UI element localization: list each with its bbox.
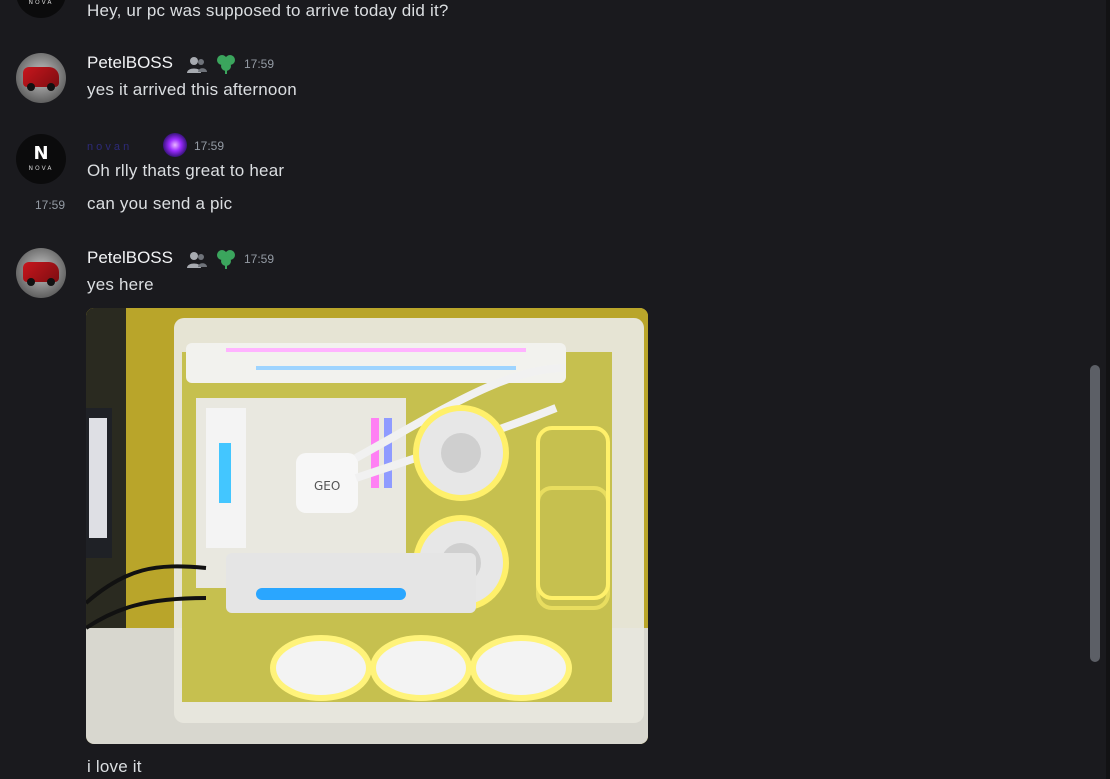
image-label: GEO [314,479,340,493]
purple-orb-icon [163,133,187,157]
timestamp: 17:59 [244,252,275,266]
message-text: Hey, ur pc was supposed to arrive today … [87,1,449,20]
avatar[interactable] [16,248,66,298]
username[interactable]: PetelBOSS [87,248,173,268]
message-text: yes it arrived this afternoon [87,80,297,99]
avatar[interactable] [16,53,66,103]
pc-photo-art: GEO [86,308,648,744]
message-text: i love it [87,757,142,776]
avatar[interactable]: N NOVA [16,0,66,18]
clover-icon [217,250,235,269]
message-text: can you send a pic [87,194,233,213]
avatar[interactable]: N NOVA [16,134,66,184]
timestamp: 17:59 [194,139,225,153]
message-text: Oh rlly thats great to hear [87,161,285,180]
person-icon [187,252,207,268]
right-border [1106,0,1110,779]
person-icon [187,57,207,73]
image-attachment[interactable]: GEO [86,308,648,744]
message-list: N NOVA Hey, ur pc was supposed to arrive… [0,0,1110,779]
username[interactable]: n o v a n [87,141,129,153]
message-text: yes here [87,275,154,294]
username[interactable]: PetelBOSS [87,53,173,73]
clover-icon [217,55,235,74]
timestamp: 17:59 [35,198,66,212]
timestamp: 17:59 [244,57,275,71]
scrollbar-thumb[interactable] [1090,365,1100,662]
